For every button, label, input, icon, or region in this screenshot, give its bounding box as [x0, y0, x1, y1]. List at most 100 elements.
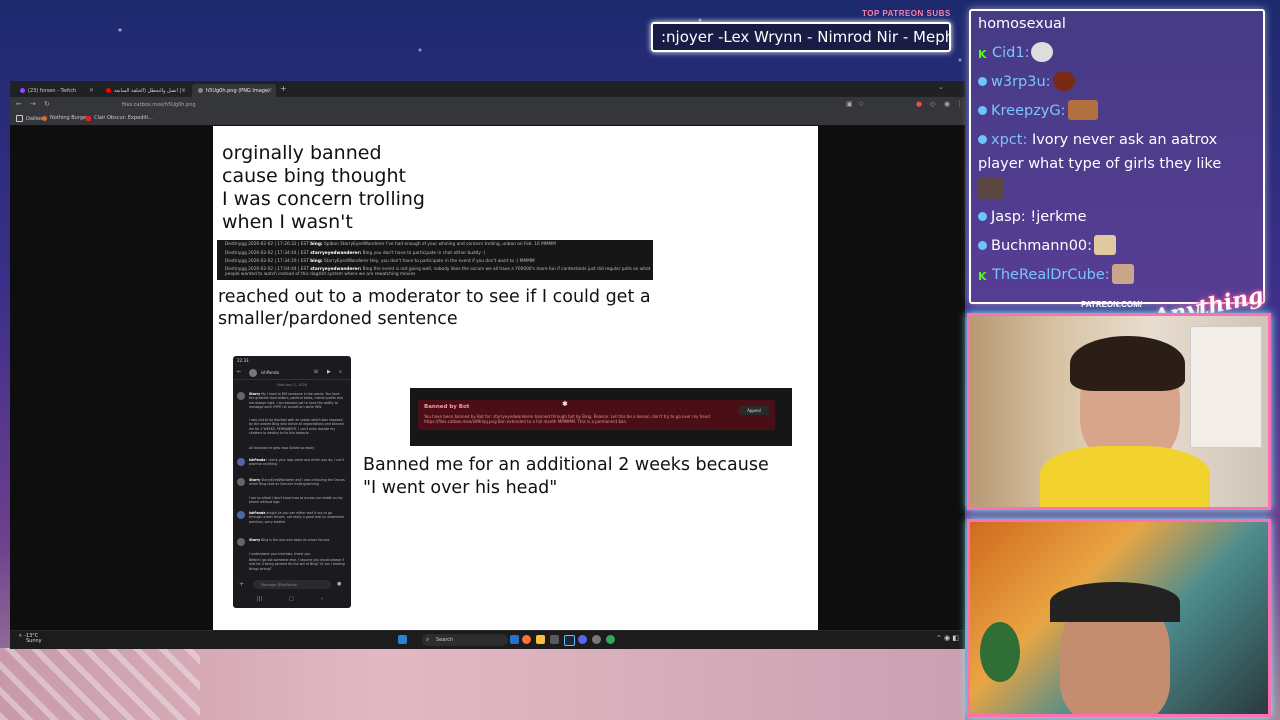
- reload-icon[interactable]: ↻: [44, 100, 50, 108]
- log-msg: StarryEyedWanderer Hey, you don't have t…: [324, 259, 535, 264]
- avatar: [237, 511, 245, 519]
- recents-icon: |||: [257, 596, 263, 602]
- ban-banner: Banned by Bot You have been banned by Bo…: [418, 400, 775, 430]
- discord-icon[interactable]: [578, 635, 587, 644]
- log-meta: Destinygg 2026-02-02 | 17:34:29 | EST: [225, 259, 309, 264]
- appeal-button: Appeal: [739, 406, 769, 415]
- phone-header: ← ishPanda ☏ ▶ ⌕: [233, 367, 351, 380]
- firefox-icon[interactable]: [522, 635, 531, 644]
- plus-icon: +: [239, 581, 245, 588]
- avatar: [237, 392, 245, 400]
- patreon-subs-ticker: :njoyer -Lex Wrynn - Nimrod Nir - Mephes: [651, 22, 951, 52]
- bookmark-clair-obscur[interactable]: Clair Obscur: Expediti...: [86, 115, 153, 121]
- banned-text: Banned me for an additional 2 weeks beca…: [363, 455, 769, 498]
- tab-bar: (23) forsen - Twitch ✕ انضل والتحطل (الح…: [10, 81, 965, 97]
- avatar: [249, 369, 257, 377]
- taskbar-search[interactable]: ⌕ Search: [422, 634, 508, 646]
- tab-youtube[interactable]: انضل والتحطل (الحلقة السابعة | ... ✕: [100, 84, 190, 97]
- patreon-subs-title: TOP PATREON SUBS: [862, 9, 951, 18]
- file-explorer-icon[interactable]: [536, 635, 545, 644]
- bookmark-label: Clair Obscur: Expediti...: [94, 115, 153, 121]
- kick-badge-icon: K: [978, 270, 987, 283]
- new-tab-icon[interactable]: +: [280, 84, 287, 93]
- task-view-icon[interactable]: [510, 635, 519, 644]
- chevron-down-icon[interactable]: ⌄: [938, 83, 944, 91]
- appeal-label: Appeal: [747, 408, 761, 413]
- tab-label: h5Ug0h.png (PNG Image, 1920 ×: [206, 87, 272, 94]
- tab-label: (23) forsen - Twitch: [28, 87, 77, 94]
- back-icon[interactable]: ←: [16, 100, 22, 108]
- browser-window: (23) forsen - Twitch ✕ انضل والتحطل (الح…: [10, 81, 965, 649]
- tab-image[interactable]: h5Ug0h.png (PNG Image, 1920 × ✕: [192, 84, 276, 97]
- chat-log-screenshot: Destinygg 2026-02-02 | 17:26:32 | EST bi…: [217, 240, 653, 280]
- emote-icon: [978, 177, 1004, 199]
- search-icon: ⌕: [426, 636, 430, 643]
- weather-widget[interactable]: ☀ -13°C Sunny: [18, 634, 42, 644]
- close-tab-icon[interactable]: ✕: [267, 87, 272, 94]
- webcam-guest: [967, 519, 1271, 717]
- search-icon: ⌕: [339, 369, 342, 375]
- chat-text: homosexual: [978, 16, 1066, 32]
- emote-icon: [1052, 71, 1075, 91]
- url-text: files.catbox.moe/h5Ug0h.png: [122, 102, 196, 108]
- log-meta: Destinygg 2026-02-02 | 17:34:44 | EST: [225, 251, 309, 256]
- twitch-icon: [20, 88, 25, 93]
- bookmark-dailies[interactable]: Dailies: [16, 115, 43, 122]
- profile-icon[interactable]: ◉: [944, 100, 950, 108]
- chat-message-continued: [978, 177, 1004, 202]
- emote-icon: [1094, 235, 1117, 255]
- app-icon[interactable]: [550, 635, 559, 644]
- screenshot-icon[interactable]: ▣: [846, 100, 853, 108]
- extensions-puzzle-icon[interactable]: ◇: [930, 100, 935, 108]
- tab-twitch[interactable]: (23) forsen - Twitch ✕: [14, 84, 98, 97]
- windows-taskbar: ☀ -13°C Sunny ⌕ Search ⌃ ◉ ◧: [10, 630, 965, 649]
- png-image: orginally banned cause bing thought I wa…: [213, 126, 818, 630]
- contact-name: ishPanda: [261, 370, 279, 375]
- dresser: [1190, 326, 1262, 448]
- navigation-bar: ← → ↻ files.catbox.moe/h5Ug0h.png ▣ ☆ ● …: [10, 97, 965, 113]
- chrome-icon[interactable]: [606, 635, 615, 644]
- message: I was just to be blocked with an unban w…: [237, 418, 345, 435]
- tab-label: انضل والتحطل (الحلقة السابعة | ...: [114, 87, 184, 94]
- log-msg: Bing you don't have to participate in ch…: [362, 251, 486, 256]
- steam-icon[interactable]: [564, 635, 575, 646]
- weather-desc: Sunny: [26, 638, 42, 644]
- extension-icon[interactable]: ●: [916, 100, 922, 108]
- page-viewport: orginally banned cause bing thought I wa…: [10, 126, 965, 630]
- burger-icon: [42, 115, 47, 121]
- close-tab-icon[interactable]: ✕: [181, 87, 186, 94]
- message: Starry Bing is the one who looks at unba…: [237, 538, 345, 546]
- message: I am so afraid I don't know how to acces…: [237, 496, 345, 505]
- prime-badge-icon: [978, 106, 987, 115]
- call-icon: ☏: [313, 369, 320, 375]
- avatar: [237, 458, 245, 466]
- red-site-icon: [86, 115, 91, 121]
- date-divider: February 2, 2026: [277, 383, 307, 387]
- search-placeholder: Search: [436, 637, 454, 643]
- patreon-url: PATREON.COM/: [1081, 300, 1143, 309]
- app-icon[interactable]: [592, 635, 601, 644]
- close-tab-icon[interactable]: ✕: [89, 87, 94, 94]
- phone-nav-bar: ||| □ ‹: [233, 596, 351, 608]
- mic-icon: ●: [337, 581, 342, 587]
- bookmark-nothing-burger[interactable]: Nothing Burger: [42, 115, 88, 121]
- patreon-subs-names: :njoyer -Lex Wrynn - Nimrod Nir - Mephes: [661, 28, 951, 46]
- kick-badge-icon: K: [978, 48, 987, 61]
- chat-text: Jasp: !jerkme: [991, 209, 1087, 225]
- phone-screenshot: 22:33 ← ishPanda ☏ ▶ ⌕ February 2, 2026 …: [233, 356, 351, 608]
- forward-icon[interactable]: →: [30, 100, 36, 108]
- video-icon: ▶: [327, 369, 331, 375]
- menu-icon[interactable]: ⋮: [956, 100, 963, 108]
- address-bar[interactable]: files.catbox.moe/h5Ug0h.png: [110, 99, 850, 111]
- system-tray[interactable]: ⌃ ◉ ◧: [936, 634, 959, 642]
- chat-message: Jasp: !jerkme: [978, 205, 1087, 229]
- avatar: [237, 478, 245, 486]
- message-text: I am so afraid I don't know how to acces…: [249, 496, 343, 505]
- log-user: bing:: [310, 242, 323, 247]
- log-user: bing:: [310, 259, 323, 264]
- message-text: My I have to DM someone in the wants. Yo…: [249, 392, 343, 409]
- start-icon[interactable]: [398, 635, 407, 644]
- bookmark-star-icon[interactable]: ☆: [858, 100, 864, 108]
- stream-chat: homosexual K Cid1: w3rp3u: KreepzyG: xpct…: [969, 9, 1265, 304]
- bookmark-label: Dailies: [26, 115, 43, 122]
